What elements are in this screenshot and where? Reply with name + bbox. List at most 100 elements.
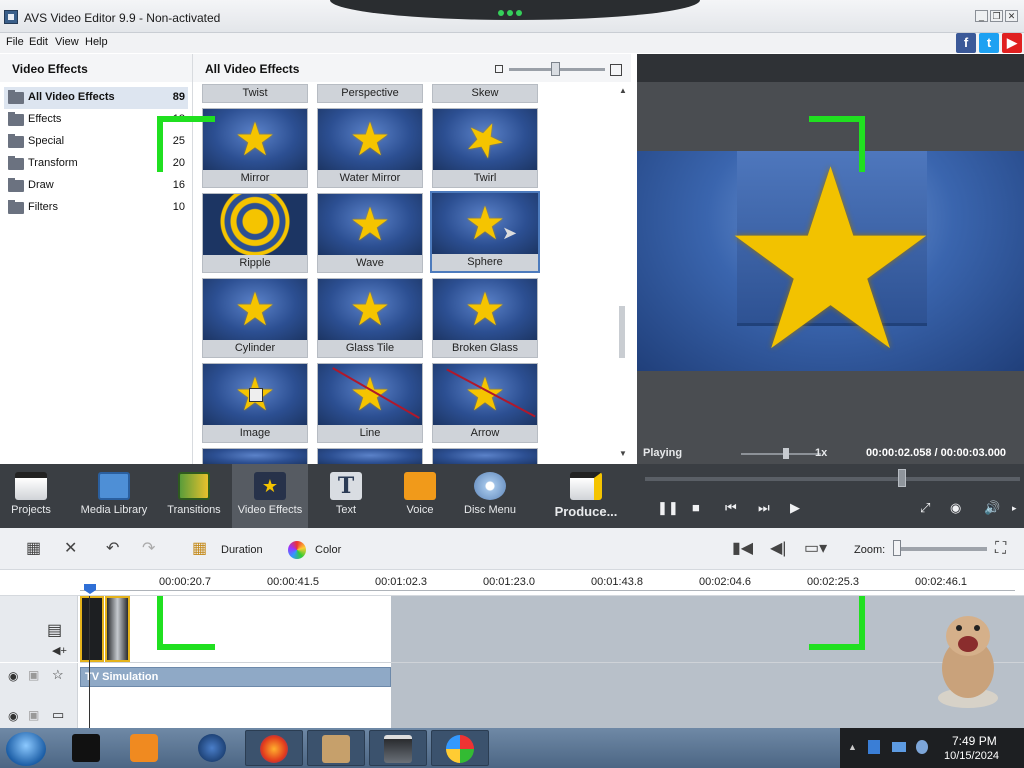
fit-timeline-icon[interactable]: ⛶ [995,541,1006,557]
fullscreen-icon[interactable]: ⤢ [920,501,930,515]
taskbar-app[interactable] [431,730,489,766]
stop-icon[interactable]: ■ [692,501,700,515]
color-button[interactable]: Color [315,544,341,556]
taskbar-app[interactable] [245,730,303,766]
effect-tile-line[interactable]: ★ Line [317,363,423,443]
effect-tile-wave[interactable]: ★ Wave [317,193,423,273]
taskbar-app[interactable] [120,730,170,766]
toolbar-transitions[interactable]: Transitions [164,464,224,528]
scroll-up-icon[interactable]: ▲ [619,86,627,95]
tray-shield-icon[interactable] [868,740,880,754]
audio-plus-icon[interactable]: ◀+ [52,644,67,657]
effect-tile-cylinder[interactable]: ★ Cylinder [202,278,308,358]
split-icon[interactable]: ▮◀ [732,541,753,557]
taskbar-app[interactable] [186,730,236,766]
clock-date[interactable]: 10/15/2024 [944,750,999,762]
eye-icon[interactable]: ◉ [8,669,18,683]
toolbar-text[interactable]: T Text [320,464,372,528]
snapshot-icon[interactable]: ◉ [950,501,961,515]
display-options-icon[interactable]: ▭▾ [804,541,827,557]
twitter-icon[interactable]: t [979,33,999,53]
category-filters[interactable]: Filters 10 [4,197,188,219]
effect-tile-perspective[interactable]: Perspective [317,84,423,103]
thumbnail-size-thumb[interactable] [551,62,560,76]
more-arrow-icon[interactable]: ▸ [1012,501,1017,515]
eye-icon[interactable]: ◉ [8,709,18,723]
effect-tile-skew[interactable]: Skew [432,84,538,103]
timeline-ruler[interactable]: 00:00:20.7 00:00:41.5 00:01:02.3 00:01:2… [0,570,1024,596]
minimize-button[interactable]: _ [975,10,988,22]
lock-icon[interactable]: ▣ [28,668,39,682]
effect-thumbnail: ★ [318,109,422,170]
produce-icon [570,472,602,500]
effect-tile-twirl[interactable]: ★ Twirl [432,108,538,188]
effect-tile-partial[interactable] [317,448,423,464]
delete-icon[interactable]: ✕ [64,541,77,557]
effect-tile-twist[interactable]: Twist [202,84,308,103]
effect-tile-broken-glass[interactable]: ★ Broken Glass [432,278,538,358]
effect-tile-water-mirror[interactable]: ★ Water Mirror [317,108,423,188]
effect-tile-ripple[interactable]: Ripple [202,193,308,273]
zoom-thumb[interactable] [893,540,901,556]
menu-help[interactable]: Help [85,36,108,48]
facebook-icon[interactable]: f [956,33,976,53]
pause-icon[interactable]: ❚❚ [657,501,679,515]
menu-view[interactable]: View [55,36,79,48]
taskbar-app[interactable] [307,730,365,766]
effect-tile-glass-tile[interactable]: ★ Glass Tile [317,278,423,358]
effect-tile-mirror[interactable]: ★ Mirror [202,108,308,188]
toolbar-video-effects[interactable]: ★ Video Effects [232,464,308,528]
effect-tile-image[interactable]: ★ Image [202,363,308,443]
duration-button[interactable]: Duration [221,544,263,556]
effect-bar[interactable]: TV Simulation [80,667,391,687]
audio-mixer-icon[interactable]: ◀| [770,541,786,557]
toolbar-projects[interactable]: Projects [4,464,58,528]
small-thumbnail-icon[interactable] [495,65,503,73]
close-button[interactable]: ✕ [1005,10,1018,22]
grid-scrollbar[interactable]: ▲ ▼ [618,84,628,462]
scroll-down-icon[interactable]: ▼ [619,449,627,458]
taskbar-app[interactable] [369,730,427,766]
effect-tile-sphere[interactable]: ★ ➤ Sphere [430,191,540,273]
next-icon[interactable]: ⏭ [758,501,770,515]
seek-thumb[interactable] [898,469,906,487]
effect-tile-arrow[interactable]: ★ Arrow [432,363,538,443]
toolbar-voice[interactable]: Voice [394,464,446,528]
video-clip[interactable] [105,596,130,662]
playhead-marker[interactable] [84,584,96,594]
video-clip[interactable] [80,596,104,662]
speed-slider-thumb[interactable] [783,448,789,459]
start-button[interactable] [6,732,46,766]
zoom-slider[interactable] [893,547,987,551]
seek-bar[interactable] [645,477,1020,481]
redo-icon[interactable]: ↷ [142,541,155,557]
category-draw[interactable]: Draw 16 [4,175,188,197]
color-wheel-icon[interactable] [288,541,306,559]
effect-tile-partial[interactable] [202,448,308,464]
youtube-icon[interactable]: ▶ [1002,33,1022,53]
taskbar-app[interactable] [58,730,108,766]
volume-icon[interactable]: 🔊 [984,501,1000,515]
frame-step-icon[interactable]: ▶ [790,501,800,515]
restore-button[interactable]: ❐ [990,10,1003,22]
menu-edit[interactable]: Edit [29,36,48,48]
scroll-thumb[interactable] [619,306,625,358]
category-all-video-effects[interactable]: All Video Effects 89 [4,87,188,109]
effect-tile-partial[interactable] [432,448,538,464]
tray-network-icon[interactable] [892,742,906,752]
previous-icon[interactable]: ⏮ [725,501,737,515]
menu-file[interactable]: File [6,36,24,48]
speed-slider[interactable] [741,453,821,455]
large-thumbnail-icon[interactable] [610,64,622,76]
tray-expand-icon[interactable]: ▲ [848,742,857,752]
tray-volume-icon[interactable] [916,740,928,754]
storyboard-toggle-icon[interactable]: ▦ [26,541,41,557]
undo-icon[interactable]: ↶ [106,541,119,557]
clock-time[interactable]: 7:49 PM [952,734,997,748]
toolbar-disc-menu[interactable]: Disc Menu [462,464,518,528]
toolbar-media-library[interactable]: Media Library [78,464,150,528]
duration-icon[interactable]: ▦ [192,541,207,557]
effect-thumbnail: ★ [203,279,307,340]
lock-icon[interactable]: ▣ [28,708,39,722]
toolbar-produce[interactable]: Produce... [552,464,620,528]
